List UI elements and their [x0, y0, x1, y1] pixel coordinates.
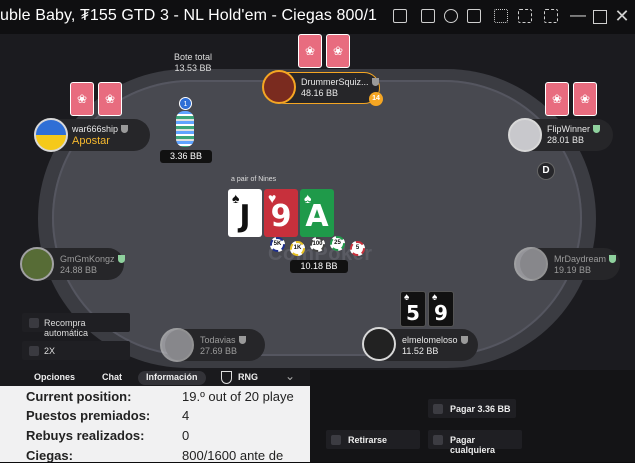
player-action: Apostar: [72, 135, 110, 147]
avatar: [508, 118, 542, 152]
player-name: MrDaydream: [554, 254, 617, 264]
player-name: GmGmKongz: [60, 254, 125, 264]
auto-rebuy-option[interactable]: Recompra automática: [22, 313, 130, 338]
avatar: [514, 247, 548, 281]
center-bet-amount: 10.18 BB: [290, 260, 348, 273]
tab-opciones[interactable]: Opciones: [34, 372, 75, 382]
player-name: Todavias: [200, 335, 246, 345]
avatar: [262, 70, 296, 104]
window-title: uble Baby, ₮155 GTD 3 - NL Hold'em - Cie…: [0, 7, 378, 24]
wallet-icon[interactable]: [421, 9, 435, 23]
card-back: ❀: [298, 34, 322, 68]
player-stack: 28.01 BB: [547, 135, 585, 145]
tab-informacion[interactable]: Información: [146, 372, 198, 382]
call-any-label: Pagar cualquiera: [450, 435, 496, 455]
card-back: ❀: [326, 34, 350, 68]
chevron-down-icon[interactable]: ⌄: [285, 369, 295, 383]
avatar: [34, 118, 68, 152]
player-name: war666ship: [72, 124, 129, 134]
chip: 5: [350, 241, 365, 256]
fold-checkbox[interactable]: [331, 435, 341, 445]
hero-card: ♠ 9: [428, 291, 454, 327]
maximize-icon[interactable]: [593, 10, 607, 24]
bet-position-badge: 1: [179, 97, 192, 110]
player-name: elmelomeloso: [402, 335, 468, 345]
call-amount-checkbox[interactable]: [433, 404, 443, 414]
call-amount-button[interactable]: Pagar 3.36 BB: [428, 399, 516, 418]
bet-amount: 3.36 BB: [160, 150, 212, 163]
call-any-checkbox[interactable]: [433, 435, 443, 445]
chip: 25: [330, 236, 345, 251]
chip: 5K: [270, 237, 285, 252]
close-icon[interactable]: ✕: [614, 7, 630, 25]
community-card: ♠ J: [228, 189, 262, 237]
info-label: Puestos premiados:: [26, 408, 151, 423]
card-back: ❀: [98, 82, 122, 116]
player-stack: 27.69 BB: [200, 346, 238, 356]
player-name: FlipWinner: [547, 124, 601, 134]
community-card: ♥ 9: [264, 189, 298, 237]
info-label: Current position:: [26, 389, 132, 404]
player-stack: 11.52 BB: [402, 346, 439, 356]
fold-button[interactable]: Retirarse: [326, 430, 420, 449]
info-value: 4: [182, 408, 190, 423]
player-stack: 24.88 BB: [60, 265, 98, 275]
player-stack: 48.16 BB: [301, 88, 339, 98]
player-name: DrummerSquiz...: [301, 77, 379, 87]
pot-total: Bote total 13.53 BB: [160, 52, 226, 74]
popout-icon[interactable]: [544, 9, 558, 23]
speed-label: 2X: [44, 346, 56, 356]
avatar: [362, 327, 396, 361]
player-stack: 19.19 BB: [554, 265, 592, 275]
share-icon[interactable]: [467, 9, 481, 23]
call-amount-label: Pagar 3.36 BB: [450, 404, 511, 414]
tile-icon[interactable]: [518, 9, 532, 23]
fold-label: Retirarse: [348, 435, 388, 445]
avatar: [20, 247, 54, 281]
tab-rng[interactable]: RNG: [238, 372, 258, 382]
chip-stack: [176, 111, 194, 147]
info-value: 800/1600 ante de: [182, 448, 284, 463]
info-icon[interactable]: [393, 9, 407, 23]
speed-checkbox[interactable]: [29, 346, 39, 356]
minimize-icon[interactable]: —: [570, 8, 586, 24]
auto-rebuy-label: Recompra automática: [44, 318, 89, 338]
layout-icon[interactable]: [494, 9, 508, 23]
card-back: ❀: [70, 82, 94, 116]
chip: 1K: [290, 241, 305, 256]
card-back: ❀: [573, 82, 597, 116]
hero-card: ♠ 5: [400, 291, 426, 327]
pot-amount: 13.53 BB: [174, 63, 212, 73]
auto-rebuy-checkbox[interactable]: [29, 318, 39, 328]
avatar: [160, 328, 194, 362]
shield-icon: [221, 371, 232, 384]
timer-badge: 14: [369, 92, 383, 106]
dealer-button: D: [537, 162, 555, 180]
info-value: 0: [182, 428, 190, 443]
tab-chat[interactable]: Chat: [102, 372, 122, 382]
hand-description: a pair of Nines: [231, 176, 277, 183]
info-label: Rebuys realizados:: [26, 428, 145, 443]
speed-option[interactable]: 2X: [22, 341, 130, 360]
call-any-button[interactable]: Pagar cualquiera: [428, 430, 522, 455]
chip: 100: [310, 237, 325, 252]
info-label: Ciegas:: [26, 448, 73, 463]
card-back: ❀: [545, 82, 569, 116]
pot-label: Bote total: [173, 52, 213, 62]
info-value: 19.º out of 20 playe: [182, 389, 294, 404]
history-icon[interactable]: [444, 9, 458, 23]
community-card: ♠ A: [300, 189, 334, 237]
